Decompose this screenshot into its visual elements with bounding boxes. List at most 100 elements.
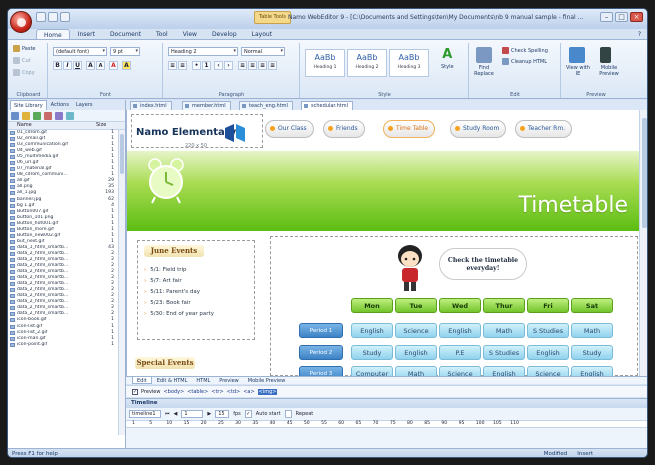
paragraph-style-select[interactable]: Heading 2 bbox=[168, 47, 238, 56]
event-item[interactable]: 5/7: Art fair bbox=[144, 278, 214, 289]
minimize-button[interactable]: – bbox=[600, 12, 613, 22]
mobile-preview-icon[interactable] bbox=[600, 47, 611, 63]
tag-a[interactable]: <a> bbox=[243, 389, 254, 395]
align-left-icon[interactable]: ≡ bbox=[168, 61, 177, 70]
repeat-checkbox[interactable] bbox=[284, 410, 292, 418]
font-family-select[interactable]: (default font) bbox=[53, 47, 107, 56]
refresh-icon[interactable] bbox=[55, 112, 63, 120]
tag-body[interactable]: <body> bbox=[163, 389, 184, 395]
event-item[interactable]: 5/1: Field trip bbox=[144, 267, 214, 278]
timetable-cell[interactable]: S Studies bbox=[483, 345, 525, 360]
redo-icon[interactable] bbox=[60, 12, 70, 22]
doc-tab-schedular[interactable]: schedular.html bbox=[301, 101, 353, 110]
view-tab-mobile-preview[interactable]: Mobile Preview bbox=[244, 377, 289, 384]
view-icon[interactable] bbox=[66, 112, 74, 120]
timetable-cell[interactable]: Science bbox=[439, 366, 481, 376]
tab-layers[interactable]: Layers bbox=[73, 100, 96, 110]
timetable-cell[interactable]: English bbox=[483, 366, 525, 376]
timetable-cell[interactable]: Study bbox=[571, 345, 613, 360]
grow-font-button[interactable]: A bbox=[86, 61, 95, 70]
shrink-font-button[interactable]: A bbox=[96, 61, 105, 70]
file-list-scrollbar[interactable] bbox=[118, 130, 125, 435]
indent-icon[interactable]: › bbox=[224, 61, 233, 70]
outdent-icon[interactable]: ‹ bbox=[214, 61, 223, 70]
step-back-icon[interactable]: ◀ bbox=[174, 411, 178, 417]
justify-left-icon[interactable]: ≡ bbox=[238, 61, 247, 70]
style-heading-1[interactable]: AaBb Heading 1 bbox=[305, 49, 345, 77]
doc-tab-member[interactable]: member.html bbox=[182, 101, 231, 110]
view-tab-edit[interactable]: Edit bbox=[132, 377, 152, 384]
doc-tab-index[interactable]: index.html bbox=[130, 101, 172, 110]
bullet-list-icon[interactable]: • bbox=[192, 61, 201, 70]
numbered-list-icon[interactable]: 1 bbox=[202, 61, 211, 70]
frame-input[interactable]: 1 bbox=[181, 410, 204, 418]
cleanup-html-button[interactable]: Cleanup HTML bbox=[502, 58, 547, 65]
timetable-cell[interactable]: Computer bbox=[351, 366, 393, 376]
highlight-button[interactable]: A bbox=[122, 61, 131, 70]
tag-tr[interactable]: <tr> bbox=[211, 389, 223, 395]
check-spelling-button[interactable]: Check Spelling bbox=[502, 47, 548, 54]
help-icon[interactable]: ? bbox=[638, 31, 641, 38]
cut-button[interactable]: Cut bbox=[13, 57, 31, 64]
application-menu-button[interactable] bbox=[10, 11, 32, 33]
column-name[interactable]: Name bbox=[8, 122, 96, 129]
add-icon[interactable] bbox=[33, 112, 41, 120]
nav-time-table[interactable]: Time Table bbox=[383, 120, 436, 138]
tab-site-library[interactable]: Site Library bbox=[10, 100, 47, 110]
file-list-item[interactable]: icon-point.gif 1 bbox=[8, 342, 125, 348]
nav-study-room[interactable]: Study Room bbox=[450, 120, 507, 138]
delete-icon[interactable] bbox=[44, 112, 52, 120]
rewind-icon[interactable]: ⏮ bbox=[165, 411, 170, 417]
justify-full-icon[interactable]: ≡ bbox=[268, 61, 277, 70]
style-button[interactable]: A Style bbox=[441, 47, 454, 70]
align-center-icon[interactable]: ≡ bbox=[178, 61, 187, 70]
nav-friends[interactable]: Friends bbox=[323, 120, 365, 138]
timetable-cell[interactable]: Math bbox=[571, 323, 613, 338]
nav-teacher-room[interactable]: Teacher Rm. bbox=[515, 120, 573, 138]
timeline-ruler[interactable]: 1 5 10 15 20 25 30 35 40 45 50 55 60 65 70 75 80 85 90 95 10… bbox=[126, 420, 647, 428]
timetable-cell[interactable]: Science bbox=[395, 323, 437, 338]
tag-img[interactable]: <img> bbox=[257, 388, 278, 395]
event-item[interactable]: 5/23: Book fair bbox=[144, 300, 214, 311]
font-size-select[interactable]: 9 pt bbox=[110, 47, 140, 56]
undo-icon[interactable] bbox=[48, 12, 58, 22]
maximize-button[interactable]: □ bbox=[615, 12, 628, 22]
justify-right-icon[interactable]: ≡ bbox=[258, 61, 267, 70]
timetable-cell[interactable]: Science bbox=[527, 366, 569, 376]
view-with-ie-icon[interactable] bbox=[569, 47, 585, 63]
bold-button[interactable]: B bbox=[53, 61, 62, 70]
nav-our-class[interactable]: Our Class bbox=[265, 120, 314, 138]
step-forward-icon[interactable]: ▶ bbox=[207, 411, 211, 417]
open-icon[interactable] bbox=[22, 112, 30, 120]
find-replace-button[interactable]: Find Replace bbox=[472, 65, 496, 77]
close-button[interactable]: × bbox=[630, 12, 643, 22]
style-heading-3[interactable]: AaBb Heading 3 bbox=[389, 49, 429, 77]
timetable-cell[interactable]: Study bbox=[351, 345, 393, 360]
column-size[interactable]: Size bbox=[96, 122, 106, 129]
font-color-button[interactable]: A bbox=[109, 61, 118, 70]
underline-button[interactable]: U bbox=[73, 61, 82, 70]
timetable-cell[interactable]: P.E bbox=[439, 345, 481, 360]
tag-td[interactable]: <td> bbox=[227, 389, 241, 395]
timeline-name-select[interactable]: timeline1 bbox=[129, 410, 161, 418]
copy-button[interactable]: Copy bbox=[13, 69, 35, 76]
view-tab-edit-html[interactable]: Edit & HTML bbox=[153, 377, 192, 384]
tab-actions[interactable]: Actions bbox=[48, 100, 72, 110]
doc-tab-teach-eng[interactable]: teach_eng.html bbox=[239, 101, 293, 110]
design-canvas[interactable]: Namo Elementary 220 x 50 Our Class Frien… bbox=[126, 110, 639, 376]
timetable-cell[interactable]: English bbox=[395, 345, 437, 360]
view-tab-preview[interactable]: Preview bbox=[215, 377, 242, 384]
save-icon[interactable] bbox=[36, 12, 46, 22]
folder-icon[interactable] bbox=[11, 112, 19, 120]
italic-button[interactable]: I bbox=[63, 61, 72, 70]
justify-center-icon[interactable]: ≡ bbox=[248, 61, 257, 70]
table-tools-context-tab[interactable]: Table Tools bbox=[254, 11, 291, 24]
view-tab-html[interactable]: HTML bbox=[192, 377, 214, 384]
event-item[interactable]: 5/11: Parent's day bbox=[144, 289, 214, 300]
tag-table[interactable]: <table> bbox=[187, 389, 208, 395]
timetable-cell[interactable]: English bbox=[351, 323, 393, 338]
preview-checkbox[interactable]: ✓ bbox=[132, 388, 138, 395]
paste-button[interactable]: Paste bbox=[13, 45, 36, 52]
find-replace-icon[interactable] bbox=[476, 47, 492, 63]
timetable-cell[interactable]: English bbox=[439, 323, 481, 338]
